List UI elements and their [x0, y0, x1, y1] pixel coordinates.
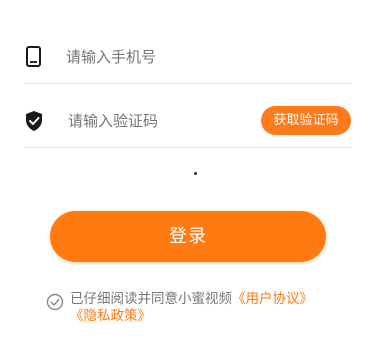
get-code-button[interactable]: 获取验证码: [261, 106, 351, 135]
shield-check-icon: [24, 110, 44, 132]
dot-indicator: [194, 172, 197, 175]
agreement-prefix: 已仔细阅读并同意小蜜视频: [70, 291, 232, 307]
phone-input[interactable]: [66, 46, 286, 68]
agreement-line-1: 已仔细阅读并同意小蜜视频《用户协议》: [70, 290, 350, 308]
agreement-line-2: 《隐私政策》: [70, 307, 151, 325]
user-agreement-link[interactable]: 《用户协议》: [232, 291, 313, 307]
login-screen: 获取验证码 登录 已仔细阅读并同意小蜜视频《用户协议》 《隐私政策》: [0, 0, 391, 355]
check-circle-icon[interactable]: [46, 293, 64, 311]
code-row: 获取验证码: [24, 84, 351, 148]
privacy-policy-link[interactable]: 《隐私政策》: [70, 308, 151, 324]
phone-row: [24, 20, 351, 84]
login-button[interactable]: 登录: [50, 211, 326, 262]
phone-icon: [24, 46, 44, 68]
code-input[interactable]: [68, 110, 248, 132]
